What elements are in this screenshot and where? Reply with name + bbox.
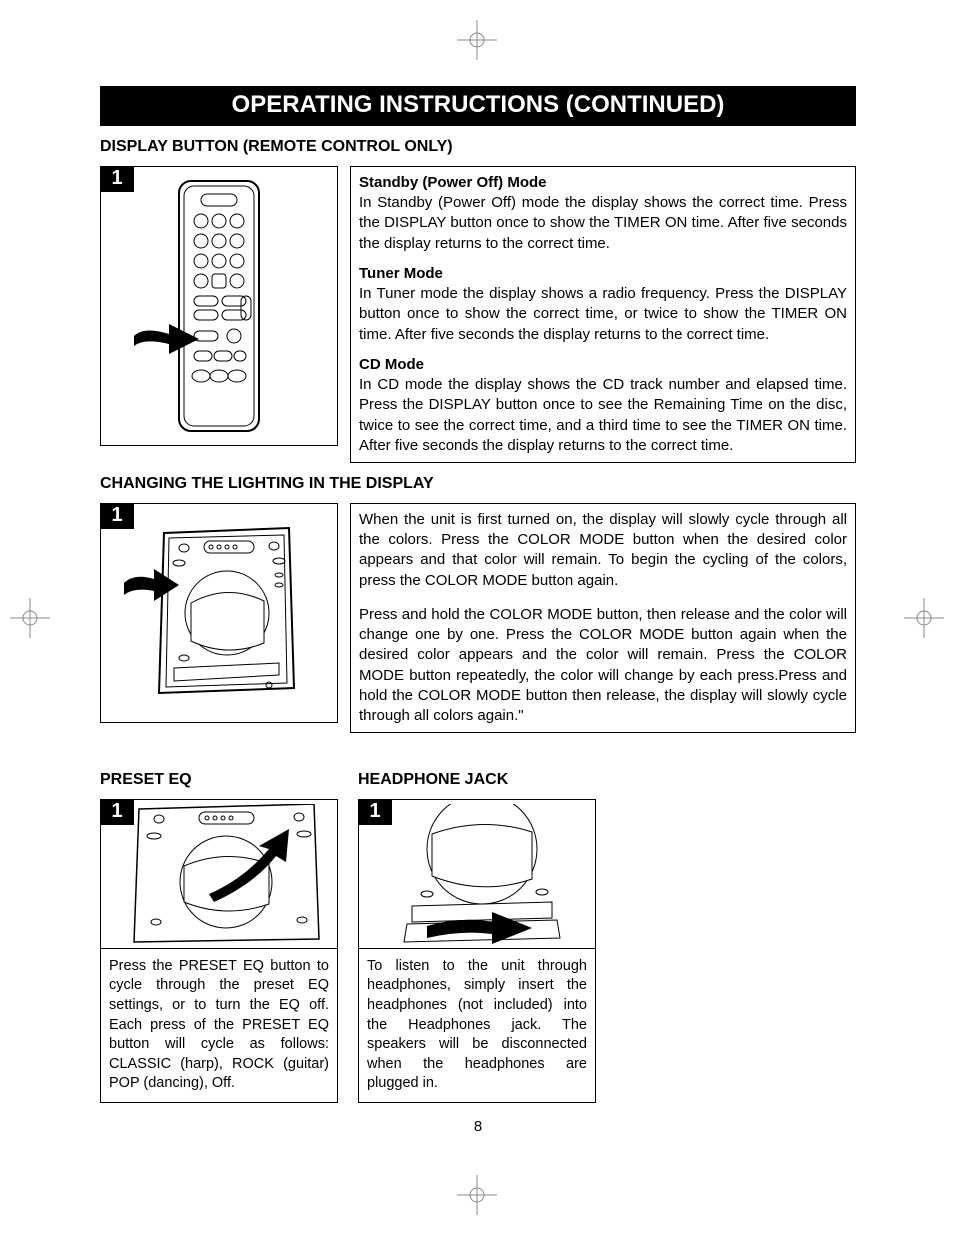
crop-mark-left-icon [10, 598, 50, 638]
standby-mode-text: In Standby (Power Off) mode the display … [359, 193, 847, 254]
page-number: 8 [100, 1117, 856, 1137]
section-lighting-heading: CHANGING THE LIGHTING IN THE DISPLAY [100, 473, 856, 495]
step-badge: 1 [100, 503, 134, 529]
standby-mode-heading: Standby (Power Off) Mode [359, 173, 847, 193]
step-badge: 1 [358, 799, 392, 825]
preset-eq-illustration: 1 [100, 799, 338, 949]
cd-mode-text: In CD mode the display shows the CD trac… [359, 375, 847, 456]
section-preset-eq-heading: PRESET EQ [100, 769, 338, 791]
display-button-description: Standby (Power Off) Mode In Standby (Pow… [350, 166, 856, 463]
tuner-mode-heading: Tuner Mode [359, 264, 847, 284]
page-content: OPERATING INSTRUCTIONS (CONTINUED) DISPL… [100, 86, 856, 1137]
crop-mark-bottom-icon [457, 1175, 497, 1215]
stereo-front-icon [114, 804, 324, 944]
step-badge: 1 [100, 799, 134, 825]
stereo-lower-icon [372, 804, 582, 944]
stereo-unit-icon [119, 513, 319, 713]
cd-mode-heading: CD Mode [359, 355, 847, 375]
lighting-text-2: Press and hold the COLOR MODE button, th… [359, 605, 847, 727]
headphone-illustration: 1 [358, 799, 596, 949]
step-badge: 1 [100, 166, 134, 192]
page-title-banner: OPERATING INSTRUCTIONS (CONTINUED) [100, 86, 856, 126]
crop-mark-top-icon [457, 20, 497, 60]
crop-mark-right-icon [904, 598, 944, 638]
remote-control-icon [129, 176, 309, 436]
preset-eq-text: Press the PRESET EQ button to cycle thro… [100, 949, 338, 1103]
section-display-button-heading: DISPLAY BUTTON (REMOTE CONTROL ONLY) [100, 136, 856, 158]
tuner-mode-text: In Tuner mode the display shows a radio … [359, 284, 847, 345]
stereo-unit-illustration: 1 [100, 503, 338, 723]
lighting-description: When the unit is first turned on, the di… [350, 503, 856, 734]
section-headphone-heading: HEADPHONE JACK [358, 769, 596, 791]
remote-control-illustration: 1 [100, 166, 338, 446]
headphone-text: To listen to the unit through headphones… [358, 949, 596, 1103]
lighting-text-1: When the unit is first turned on, the di… [359, 510, 847, 591]
